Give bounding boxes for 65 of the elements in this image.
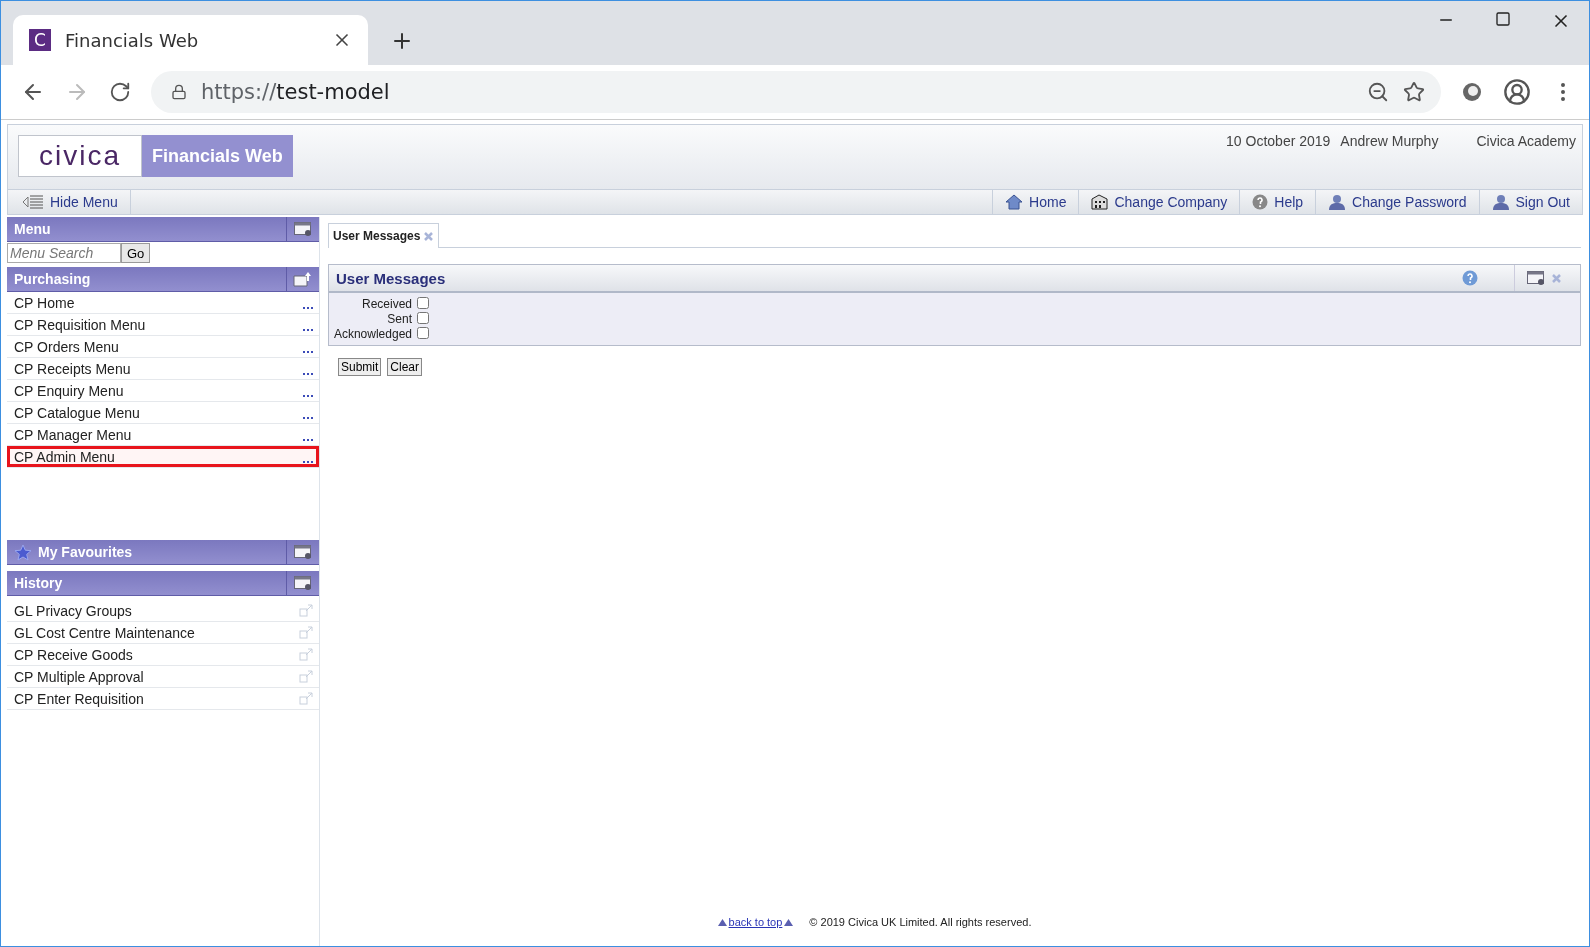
up-arrow-icon	[717, 918, 727, 926]
window-icon[interactable]	[294, 222, 312, 236]
section-title: Purchasing	[14, 271, 92, 287]
browser-tab[interactable]: C Financials Web	[13, 15, 368, 65]
more-icon[interactable]	[303, 305, 313, 310]
filter-checkbox[interactable]	[417, 327, 429, 339]
tab-title: Financials Web	[65, 29, 200, 51]
form-button[interactable]: Submit	[338, 358, 382, 376]
more-icon[interactable]	[303, 371, 313, 376]
user-icon	[1328, 194, 1347, 210]
window-icon[interactable]	[294, 576, 312, 590]
maximize-icon[interactable]	[1495, 11, 1511, 27]
zoom-out-icon[interactable]	[1367, 81, 1389, 103]
nav-link[interactable]: Sign Out	[1478, 190, 1582, 214]
more-icon[interactable]	[303, 459, 313, 464]
folder-up-icon[interactable]	[293, 271, 313, 287]
reload-icon[interactable]	[109, 81, 131, 103]
star-icon	[14, 543, 32, 561]
menu-item[interactable]: CP Admin Menu	[7, 446, 319, 468]
help-icon	[1252, 194, 1269, 210]
panel-title: User Messages	[336, 269, 447, 287]
extension-icon[interactable]	[1461, 81, 1483, 103]
go-button[interactable]: Go	[121, 243, 151, 263]
favourites-title: My Favourites	[38, 544, 134, 560]
url-text: https://test-model	[201, 80, 391, 104]
civica-logo: civica	[18, 135, 142, 177]
building-icon	[1091, 194, 1109, 210]
nav-link[interactable]: Change Password	[1315, 190, 1479, 214]
lock-icon	[171, 84, 187, 100]
history-title: History	[14, 575, 64, 591]
up-arrow-icon	[784, 918, 794, 926]
window-icon[interactable]	[294, 545, 312, 559]
filter-checkbox[interactable]	[417, 297, 429, 309]
form-button[interactable]: Clear	[387, 358, 423, 376]
home-icon	[1005, 194, 1024, 210]
menu-search-field[interactable]: Menu Search	[7, 243, 121, 263]
profile-icon[interactable]	[1503, 78, 1531, 106]
hide-menu-button[interactable]: Hide Menu	[8, 190, 131, 214]
more-icon[interactable]	[303, 415, 313, 420]
favicon: C	[29, 29, 51, 51]
copyright-text: © 2019 Civica UK Limited. All rights reserved.	[809, 916, 1032, 928]
date-text: 10 October 2019	[1226, 133, 1331, 149]
help-icon[interactable]	[1462, 270, 1478, 286]
more-icon[interactable]	[303, 393, 313, 398]
menu-title: Menu	[14, 221, 52, 237]
user-icon	[1491, 194, 1510, 210]
back-to-top-link[interactable]: back to top	[717, 916, 794, 928]
product-name: Financials Web	[142, 135, 293, 177]
filter-label: Received	[360, 297, 413, 311]
user-name: Andrew Murphy	[1340, 133, 1439, 149]
filter-label: Sent	[386, 312, 413, 326]
address-bar[interactable]: https://test-model	[151, 71, 1441, 113]
filter-checkbox[interactable]	[417, 312, 429, 324]
more-icon[interactable]	[303, 327, 313, 332]
page-tab[interactable]: User Messages	[328, 223, 440, 248]
nav-link[interactable]: Home	[992, 190, 1079, 214]
nav-link[interactable]: Help	[1239, 190, 1316, 214]
nav-link[interactable]: Change Company	[1078, 190, 1240, 214]
more-icon[interactable]	[303, 437, 313, 442]
window-icon[interactable]	[1527, 271, 1545, 285]
hide-menu-icon	[22, 195, 44, 209]
filter-label: Acknowledged	[332, 327, 413, 341]
company-name: Civica Academy	[1476, 133, 1576, 149]
more-icon[interactable]	[303, 349, 313, 354]
star-icon[interactable]	[1403, 81, 1425, 103]
